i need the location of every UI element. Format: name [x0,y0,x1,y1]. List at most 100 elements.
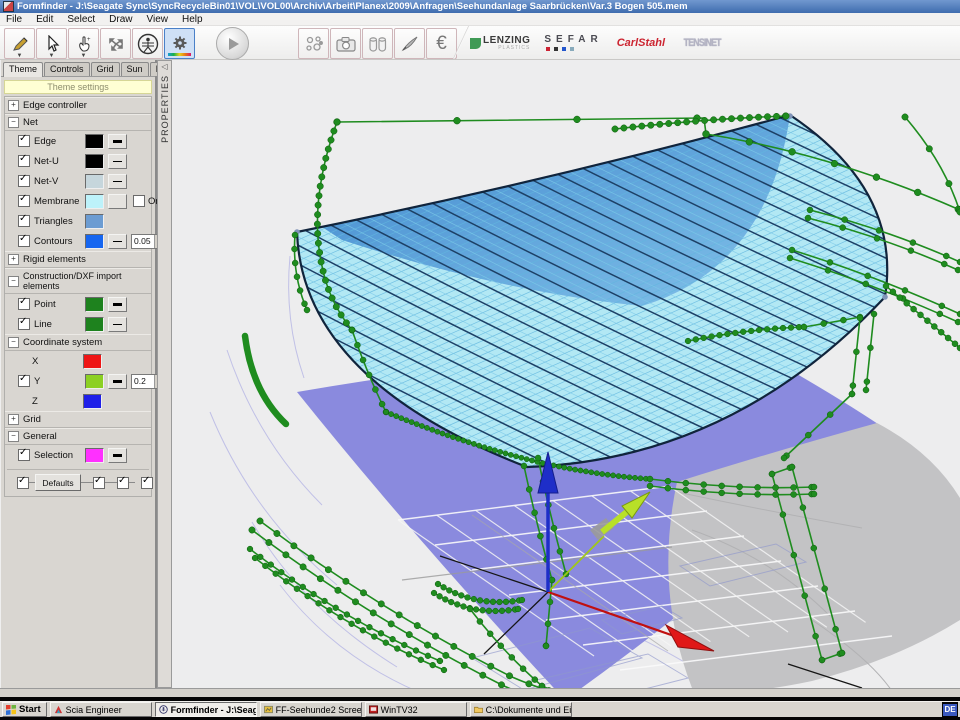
tab-controls[interactable]: Controls [44,62,90,76]
dropdown-arrow-icon[interactable]: ▼ [37,54,66,59]
contours-checkbox[interactable] [18,235,30,247]
edge-color-swatch[interactable] [85,134,104,149]
row-selection: Selection [5,445,151,465]
axis-x-color-swatch[interactable] [83,354,102,369]
membrane-style-button[interactable] [108,194,127,209]
expand-icon[interactable]: + [8,100,19,111]
membrane-color-swatch[interactable] [85,194,104,209]
point-linestyle-button[interactable] [108,297,127,312]
section-construction[interactable]: − Construction/DXF import elements [5,268,151,294]
taskbar-item-explorer[interactable]: C:\Dokumente und Einst... [470,702,572,717]
contours-color-swatch[interactable] [85,234,104,249]
section-edge-controller[interactable]: + Edge controller [5,97,151,114]
edge-checkbox[interactable] [18,135,30,147]
app-icon [3,1,14,12]
line-linestyle-button[interactable] [108,317,127,332]
netu-checkbox[interactable] [18,155,30,167]
menu-select[interactable]: Select [61,14,103,25]
collapse-icon[interactable]: − [8,431,19,442]
taskbar-item-formfinder[interactable]: Formfinder - J:\Seaga... [155,702,257,717]
snapshot-button[interactable] [330,28,361,59]
draw-pencil-button[interactable]: ▼ [4,28,35,59]
scene-svg[interactable] [172,60,960,697]
sketch-pen-button[interactable] [394,28,425,59]
axis-y-color-swatch[interactable] [85,374,104,389]
menu-edit[interactable]: Edit [30,14,61,25]
collapse-arrow-icon[interactable]: ◁ [161,63,167,71]
menu-file[interactable]: File [0,14,30,25]
tab-theme[interactable]: Theme [3,62,43,77]
axis-y-linestyle-button[interactable] [108,374,127,389]
particles-button[interactable] [298,28,329,59]
line-color-swatch[interactable] [85,317,104,332]
netu-color-swatch[interactable] [85,154,104,169]
sefar-logo: SEFAR [544,35,602,51]
edge-linestyle-button[interactable] [108,134,127,149]
contours-linestyle-button[interactable] [108,234,127,249]
netu-linestyle-button[interactable] [108,154,127,169]
selection-color-swatch[interactable] [85,448,104,463]
screenshot-icon [264,705,273,714]
membrane-checkbox[interactable] [18,195,30,207]
theme-settings-button[interactable] [164,28,195,59]
rainbow-gradient [168,53,191,56]
axis-z-color-swatch[interactable] [83,394,102,409]
language-indicator[interactable]: DE [943,704,957,716]
point-checkbox[interactable] [18,298,30,310]
selection-linestyle-button[interactable] [108,448,127,463]
taskbar-item-wintv[interactable]: WinTV32 [365,702,467,717]
collapse-icon[interactable]: − [8,337,19,348]
row-axis-y: Y 0.2 ▼ [5,371,151,391]
section-grid[interactable]: + Grid [5,411,151,428]
defaults-checkbox-3[interactable] [117,477,129,489]
collapse-icon[interactable]: − [8,117,19,128]
row-axis-x: X [5,351,151,371]
wintv-icon [369,705,378,714]
viewport-3d[interactable] [172,60,960,697]
defaults-checkbox-4[interactable] [141,477,153,489]
start-button[interactable]: Start [2,702,47,717]
defaults-checkbox-1[interactable] [17,477,29,489]
select-cursor-button[interactable]: ▼ [36,28,67,59]
touch-select-button[interactable]: + ▼ [68,28,99,59]
play-icon [229,38,239,50]
expand-icon[interactable]: + [8,414,19,425]
membrane-on-checkbox[interactable] [133,195,145,207]
sefar-text: SEFAR [544,35,602,45]
section-rigid-elements[interactable]: + Rigid elements [5,251,151,268]
menu-bar: File Edit Select Draw View Help [0,13,960,26]
netv-checkbox[interactable] [18,175,30,187]
vitruvian-view-button[interactable] [132,28,163,59]
defaults-button[interactable]: Defaults [35,474,81,491]
menu-view[interactable]: View [141,14,177,25]
triangles-color-swatch[interactable] [85,214,104,229]
pencil-icon [11,35,29,53]
tab-grid[interactable]: Grid [91,62,120,76]
menu-draw[interactable]: Draw [103,14,140,25]
menu-help[interactable]: Help [176,14,211,25]
point-color-swatch[interactable] [85,297,104,312]
dropdown-arrow-icon[interactable]: ▼ [69,54,98,59]
selection-checkbox[interactable] [18,449,30,461]
play-button[interactable] [216,27,249,60]
materials-button[interactable] [362,28,393,59]
axis-y-checkbox[interactable] [18,375,30,387]
triangles-checkbox[interactable] [18,215,30,227]
lenzing-mark-icon [470,38,481,49]
taskbar-item-scia[interactable]: Scia Engineer [50,702,152,717]
row-netu: Net-U [5,151,151,171]
section-net[interactable]: − Net [5,114,151,131]
dropdown-arrow-icon[interactable]: ▼ [5,54,34,59]
netv-color-swatch[interactable] [85,174,104,189]
section-coordinate-system[interactable]: − Coordinate system [5,334,151,351]
collapse-icon[interactable]: − [8,276,19,287]
properties-collapse-strip[interactable]: ◁ PROPERTIES [157,60,172,688]
defaults-checkbox-2[interactable] [93,477,105,489]
section-general[interactable]: − General [5,428,151,445]
expand-icon[interactable]: + [8,254,19,265]
taskbar-item-screenshot[interactable]: FF-Seehunde2 Screensh... [260,702,362,717]
line-checkbox[interactable] [18,318,30,330]
tab-sun[interactable]: Sun [121,62,149,76]
orbit-move-button[interactable] [100,28,131,59]
netv-linestyle-button[interactable] [108,174,127,189]
